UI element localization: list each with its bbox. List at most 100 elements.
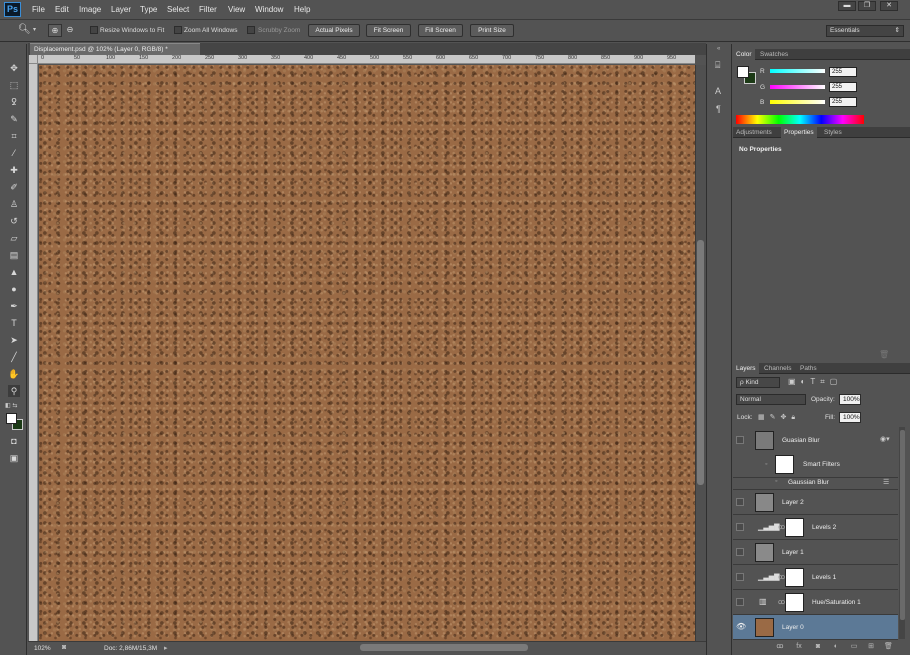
gradient-tool-icon[interactable]: ▤ [8, 249, 20, 261]
pen-tool-icon[interactable]: ✒ [8, 300, 20, 312]
blur-tool-icon[interactable]: ▲ [8, 266, 20, 278]
clone-stamp-tool-icon[interactable]: ♙ [8, 198, 20, 210]
status-arrow-icon[interactable]: ▸ [164, 644, 168, 652]
default-colors-icon[interactable]: ◧ ⇆ [5, 402, 17, 409]
delete-layer-icon[interactable]: 🗑︎ [884, 643, 893, 651]
tab-properties[interactable]: Properties [781, 127, 817, 138]
tab-channels[interactable]: Channels [761, 363, 794, 374]
menu-file[interactable]: File [32, 5, 45, 14]
history-brush-tool-icon[interactable]: ↺ [8, 215, 20, 227]
eraser-tool-icon[interactable]: ▱ [8, 232, 20, 244]
layer-kind-filter[interactable]: ρ Kind [736, 377, 780, 388]
channel-r-slider[interactable] [770, 69, 825, 73]
tab-paths[interactable]: Paths [797, 363, 820, 374]
horizontal-scroll-thumb[interactable] [360, 644, 528, 651]
channel-b-slider[interactable] [770, 100, 825, 104]
tool-preset-dropdown-icon[interactable]: ▾ [33, 26, 36, 33]
type-tool-icon[interactable]: T [8, 317, 20, 329]
maximize-button[interactable]: ❐ [858, 1, 876, 11]
healing-brush-tool-icon[interactable]: ✚ [8, 164, 20, 176]
layer-name[interactable]: Hue/Saturation 1 [812, 599, 861, 606]
add-mask-icon[interactable]: ◙ [814, 643, 822, 651]
line-tool-icon[interactable]: ╱ [8, 351, 20, 363]
new-group-icon[interactable]: ▭ [850, 643, 858, 651]
brush-tool-icon[interactable]: ✐ [8, 181, 20, 193]
screen-mode-icon[interactable]: ▣ [8, 452, 20, 464]
path-select-tool-icon[interactable]: ➤ [8, 334, 20, 346]
horizontal-ruler[interactable]: 0 50 100 150 200 250 300 350 400 450 500… [38, 55, 695, 64]
visibility-toggle[interactable] [736, 498, 744, 506]
opacity-input[interactable]: 100% [839, 394, 861, 405]
zoom-out-icon[interactable]: ⊖ [63, 24, 77, 37]
tab-adjustments[interactable]: Adjustments [733, 127, 775, 138]
workspace-select[interactable]: Essentials ⇕ [826, 25, 904, 37]
layer-row[interactable]: Guasian Blur ◉▾ [733, 428, 898, 453]
lasso-tool-icon[interactable]: ꝿ [8, 96, 20, 108]
link-layers-icon[interactable]: ꝏ [776, 643, 784, 651]
quick-mask-icon[interactable]: ◘ [8, 435, 20, 447]
blend-mode-select[interactable]: Normal [736, 394, 806, 405]
zoom-tool-icon[interactable]: 🔍︎ [18, 24, 31, 35]
layer-name[interactable]: Layer 2 [782, 499, 804, 506]
zoom-tool-icon[interactable]: ⚲ [8, 385, 20, 397]
layer-row[interactable]: ◦ Gaussian Blur ☰ [733, 478, 898, 490]
layer-name[interactable]: Layer 0 [782, 624, 804, 631]
vertical-scroll-thumb[interactable] [697, 240, 704, 485]
color-spectrum-bar[interactable] [736, 115, 864, 124]
tab-layers[interactable]: Layers [733, 363, 759, 374]
layer-row-selected[interactable]: 👁︎ Layer 0 [733, 615, 898, 640]
menu-filter[interactable]: Filter [199, 5, 217, 14]
layer-name[interactable]: Guasian Blur [782, 437, 820, 444]
visibility-toggle[interactable] [736, 436, 744, 444]
new-layer-icon[interactable]: ⊞ [867, 643, 875, 651]
layer-row[interactable]: Layer 2 [733, 490, 898, 515]
layer-row[interactable]: ▁▃▅▇ ꝏ Levels 1 [733, 565, 898, 590]
visibility-toggle[interactable] [736, 598, 744, 606]
character-icon[interactable]: A [715, 86, 721, 96]
status-menu-icon[interactable]: ◙ [62, 644, 66, 651]
menu-edit[interactable]: Edit [55, 5, 69, 14]
visibility-toggle[interactable] [736, 573, 744, 581]
channel-r-value[interactable]: 255 [829, 67, 857, 77]
eyedropper-tool-icon[interactable]: ⁄ [8, 147, 20, 159]
visibility-toggle[interactable] [736, 548, 744, 556]
document-tab[interactable]: Displacement.psd @ 102% (Layer 0, RGB/8)… [30, 43, 200, 55]
layer-row[interactable]: Layer 1 [733, 540, 898, 565]
layer-row[interactable]: ◦ Smart Filters [733, 452, 898, 478]
layer-name[interactable]: Levels 1 [812, 574, 836, 581]
layer-name[interactable]: Layer 1 [782, 549, 804, 556]
fx-icon[interactable]: fx [795, 643, 803, 651]
tab-styles[interactable]: Styles [821, 127, 845, 138]
eye-icon[interactable]: 👁︎ [736, 622, 746, 631]
eye-icon[interactable]: ◦ [775, 478, 777, 485]
channel-b-value[interactable]: 255 [829, 97, 857, 107]
menu-select[interactable]: Select [167, 5, 189, 14]
lock-icons[interactable]: ▦✎✥🔒︎ [758, 413, 800, 422]
eye-icon[interactable]: ◦ [765, 461, 767, 468]
move-tool-icon[interactable]: ✥ [8, 62, 20, 74]
collapse-arrows-icon[interactable]: « [717, 46, 720, 52]
menu-window[interactable]: Window [255, 5, 283, 14]
quick-select-tool-icon[interactable]: ✎ [8, 113, 20, 125]
menu-help[interactable]: Help [294, 5, 310, 14]
trash-icon[interactable]: 🗑︎ [879, 350, 889, 359]
zoom-all-checkbox[interactable] [174, 26, 182, 34]
resize-windows-checkbox[interactable] [90, 26, 98, 34]
scrubby-zoom-checkbox[interactable] [247, 26, 255, 34]
adjustment-layer-icon[interactable]: ◐ [832, 643, 840, 651]
zoom-in-icon[interactable]: ⊕ [48, 24, 62, 37]
menu-type[interactable]: Type [140, 5, 157, 14]
tab-color[interactable]: Color [733, 49, 755, 60]
menu-layer[interactable]: Layer [111, 5, 131, 14]
menu-image[interactable]: Image [79, 5, 101, 14]
dodge-tool-icon[interactable]: ● [8, 283, 20, 295]
channel-g-value[interactable]: 255 [829, 82, 857, 92]
crop-tool-icon[interactable]: ⌗ [8, 130, 20, 142]
visibility-toggle[interactable] [736, 523, 744, 531]
layers-scroll-thumb[interactable] [900, 430, 905, 620]
filter-options-icon[interactable]: ☰ [883, 478, 889, 486]
layer-filter-icons[interactable]: ▣◐T⌗▢ [788, 377, 842, 387]
layer-row[interactable]: ▥ ꝏ Hue/Saturation 1 [733, 590, 898, 615]
color-fg-swatch[interactable] [737, 66, 749, 78]
print-size-button[interactable]: Print Size [470, 24, 514, 37]
